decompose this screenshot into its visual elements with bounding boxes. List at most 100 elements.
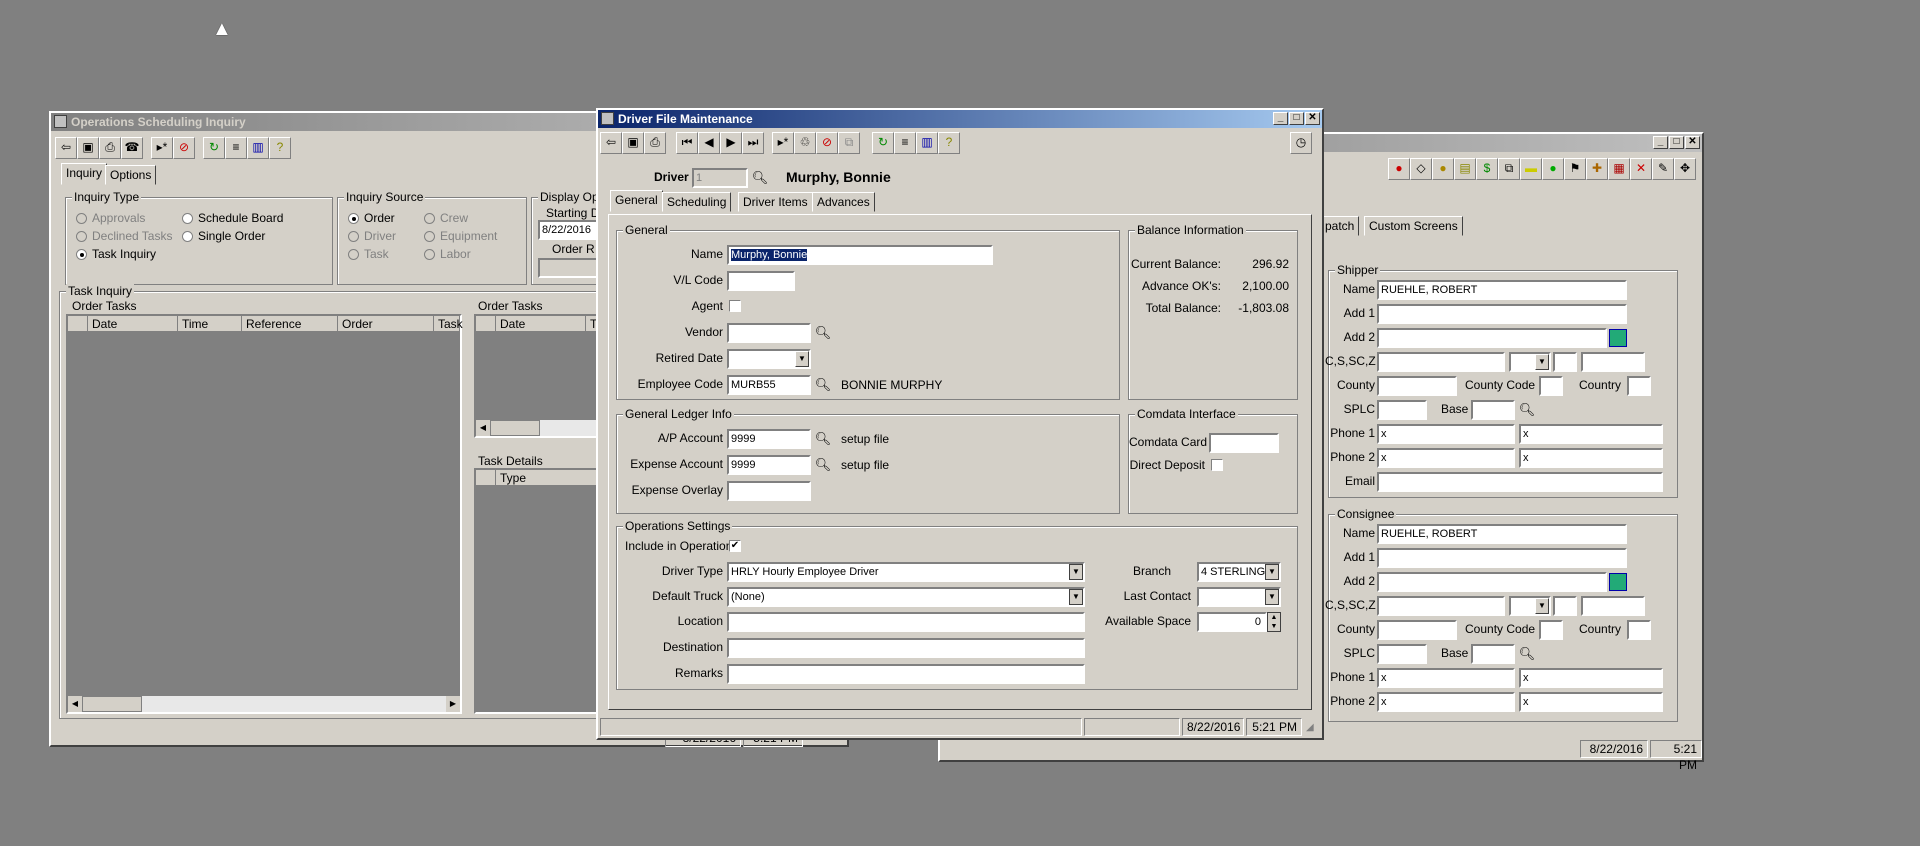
col-date-2[interactable]: Date: [496, 316, 586, 332]
consignee-zip-field[interactable]: [1581, 596, 1645, 616]
first-record-icon[interactable]: ⏮︎: [676, 132, 698, 154]
tab-driver-items[interactable]: Driver Items: [738, 192, 813, 212]
search-icon[interactable]: 🔍︎: [813, 455, 833, 475]
exit-icon[interactable]: ⇦: [55, 137, 77, 159]
col-time[interactable]: Time: [178, 316, 242, 332]
move-icon[interactable]: ✥: [1674, 158, 1696, 180]
chevron-down-icon[interactable]: ▼: [1069, 589, 1083, 605]
cancel-icon[interactable]: ⊘: [173, 137, 195, 159]
vl-code-field[interactable]: [727, 271, 795, 291]
record-icon[interactable]: ●: [1388, 158, 1410, 180]
scroll-right-icon[interactable]: ▶: [446, 696, 460, 712]
shipper-email-field[interactable]: [1377, 472, 1663, 492]
shipper-phone2-field[interactable]: x: [1377, 448, 1515, 468]
tab-inquiry[interactable]: Inquiry: [61, 163, 108, 185]
radio-task-inquiry[interactable]: [76, 249, 87, 260]
radio-driver[interactable]: [348, 231, 359, 242]
minimize-icon[interactable]: _: [1273, 112, 1288, 125]
driver-type-select[interactable]: HRLY Hourly Employee Driver: [727, 562, 1085, 582]
expense-overlay-field[interactable]: [727, 481, 811, 501]
expense-account-field[interactable]: 9999: [727, 455, 811, 475]
spinner-icon[interactable]: ▲ ▼: [1267, 612, 1281, 632]
tab-dispatch[interactable]: patch: [1320, 216, 1360, 236]
books-icon[interactable]: ▥: [247, 137, 269, 159]
search-icon[interactable]: 🔍︎: [1517, 644, 1537, 664]
include-in-operations-checkbox[interactable]: ✔: [729, 540, 741, 552]
notes-icon[interactable]: ≡: [894, 132, 916, 154]
close-icon[interactable]: ✕: [1305, 112, 1320, 125]
tab-general[interactable]: General: [610, 190, 663, 212]
delete-record-icon[interactable]: ♲: [794, 132, 816, 154]
tag-icon[interactable]: ◇: [1410, 158, 1432, 180]
consignee-phone1-field[interactable]: x: [1377, 668, 1515, 688]
consignee-name-field[interactable]: RUEHLE, ROBERT: [1377, 524, 1627, 544]
search-icon[interactable]: 🔍︎: [813, 375, 833, 395]
driver-name-field[interactable]: Murphy, Bonnie: [727, 245, 993, 265]
driver-id-field[interactable]: 1: [692, 168, 748, 188]
radio-labor[interactable]: [424, 249, 435, 260]
employee-code-field[interactable]: MURB55: [727, 375, 811, 395]
retired-date-field[interactable]: ▼: [727, 349, 811, 369]
shipper-country-field[interactable]: [1627, 376, 1651, 396]
shipper-add1-field[interactable]: [1377, 304, 1627, 324]
search-icon[interactable]: 🔍︎: [1517, 400, 1537, 420]
radio-order[interactable]: [348, 213, 359, 224]
chevron-down-icon[interactable]: ▼: [1265, 564, 1279, 580]
save-icon[interactable]: ▣: [622, 132, 644, 154]
chevron-down-icon[interactable]: ▼: [1265, 589, 1279, 605]
ap-account-field[interactable]: 9999: [727, 429, 811, 449]
shipper-name-field[interactable]: RUEHLE, ROBERT: [1377, 280, 1627, 300]
radio-schedule-board[interactable]: [182, 213, 193, 224]
dollar-icon[interactable]: $: [1476, 158, 1498, 180]
map-icon[interactable]: [1609, 329, 1627, 347]
consignee-county-field[interactable]: [1377, 620, 1457, 640]
tab-options[interactable]: Options: [105, 165, 157, 185]
status-green-icon[interactable]: ●: [1542, 158, 1564, 180]
radio-declined-tasks[interactable]: [76, 231, 87, 242]
shipper-state-select[interactable]: ▼: [1509, 352, 1551, 372]
tab-custom-screens[interactable]: Custom Screens: [1364, 216, 1463, 236]
shipper-sc-field[interactable]: [1553, 352, 1577, 372]
consignee-phone2b-field[interactable]: x: [1519, 692, 1663, 712]
col-order[interactable]: Order: [338, 316, 434, 332]
consignee-county-code-field[interactable]: [1539, 620, 1563, 640]
map-icon[interactable]: [1609, 573, 1627, 591]
maximize-icon[interactable]: □: [1669, 136, 1684, 149]
exit-icon[interactable]: ⇦: [600, 132, 622, 154]
consignee-state-select[interactable]: ▼: [1509, 596, 1551, 616]
consignee-city-field[interactable]: [1377, 596, 1505, 616]
shipper-add2-field[interactable]: [1377, 328, 1607, 348]
flag-icon[interactable]: ⚑: [1564, 158, 1586, 180]
default-truck-select[interactable]: (None): [727, 587, 1085, 607]
col-task[interactable]: Task: [434, 316, 463, 332]
folder-icon[interactable]: ▬: [1520, 158, 1542, 180]
shipper-phone1-field[interactable]: x: [1377, 424, 1515, 444]
location-field[interactable]: [727, 612, 1085, 632]
radio-crew[interactable]: [424, 213, 435, 224]
shipper-base-field[interactable]: [1471, 400, 1515, 420]
money-icon[interactable]: ●: [1432, 158, 1454, 180]
shipper-city-field[interactable]: [1377, 352, 1505, 372]
copy-icon[interactable]: ⧉: [838, 132, 860, 154]
vendor-field[interactable]: [727, 323, 811, 343]
consignee-sc-field[interactable]: [1553, 596, 1577, 616]
help-icon[interactable]: ?: [938, 132, 960, 154]
consignee-country-field[interactable]: [1627, 620, 1651, 640]
comdata-card-field[interactable]: [1209, 433, 1279, 453]
resize-grip-icon[interactable]: ◢: [1306, 722, 1314, 733]
shipper-splc-field[interactable]: [1377, 400, 1427, 420]
available-space-field[interactable]: 0: [1197, 612, 1267, 632]
radio-task[interactable]: [348, 249, 359, 260]
tab-scheduling[interactable]: Scheduling: [662, 192, 732, 212]
maximize-icon[interactable]: □: [1289, 112, 1304, 125]
search-icon[interactable]: 🔍︎: [813, 323, 833, 343]
next-record-icon[interactable]: ▶: [720, 132, 742, 154]
archive-icon[interactable]: ▤: [1454, 158, 1476, 180]
radio-equipment[interactable]: [424, 231, 435, 242]
scroll-left-icon[interactable]: ◀: [476, 420, 490, 436]
order-tasks-grid[interactable]: Date Time Reference Order Task ◀ ▶: [66, 314, 463, 714]
route-icon[interactable]: ✚: [1586, 158, 1608, 180]
new-record-icon[interactable]: ▸*: [772, 132, 794, 154]
cancel-icon[interactable]: ⊘: [816, 132, 838, 154]
remarks-field[interactable]: [727, 664, 1085, 684]
